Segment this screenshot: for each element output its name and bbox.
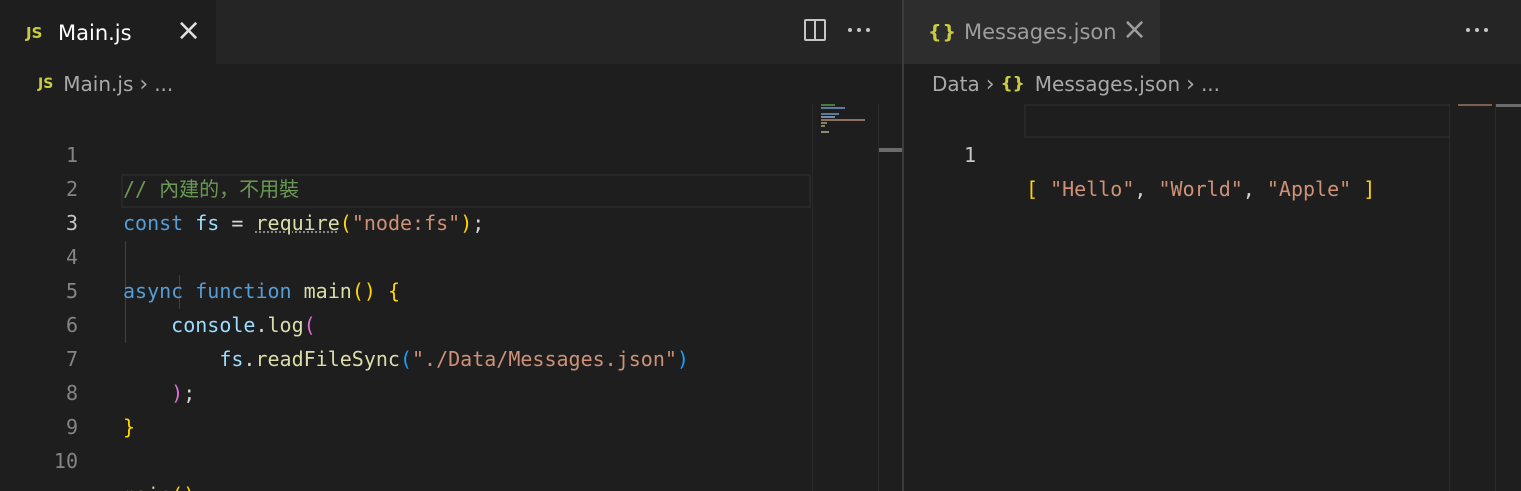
minimap[interactable] (812, 104, 878, 491)
scrollbar-thumb[interactable] (1496, 104, 1521, 107)
punctuation: ; (195, 483, 207, 491)
code-line: 9 (0, 376, 902, 439)
code-line: 3 (0, 172, 902, 235)
javascript-file-icon: JS (26, 23, 43, 42)
tab-label: Main.js (58, 20, 132, 45)
more-actions-icon[interactable] (1466, 18, 1494, 42)
close-icon[interactable]: × (1122, 15, 1147, 45)
vertical-scrollbar[interactable] (878, 104, 902, 491)
string-literal: "Hello" (1050, 177, 1135, 201)
tab-bar: JS Main.js × (0, 0, 902, 64)
json-file-icon: {} (1000, 74, 1025, 94)
punctuation: , (1134, 177, 1159, 201)
breadcrumb-symbols[interactable]: ... (1201, 72, 1220, 96)
breadcrumb: JS Main.js › ... (0, 64, 902, 104)
breadcrumb: Data › {} Messages.json › ... (904, 64, 1521, 104)
split-editor-icon[interactable] (803, 18, 827, 42)
bracket: [ (1026, 177, 1039, 201)
messages-json-editor-group: {} Messages.json × Data › {} Messages.js… (904, 0, 1521, 491)
code-line: 4 async function main() { (0, 206, 902, 303)
code-line: 7 ); (0, 308, 902, 405)
breadcrumb-symbols[interactable]: ... (154, 72, 173, 96)
bracket: ] (1363, 177, 1376, 201)
bracket: () (171, 483, 195, 491)
more-actions-icon[interactable] (848, 18, 876, 42)
code-line: 1 // 內建的，不用裝 (0, 104, 902, 201)
code-editor[interactable]: 1 // 內建的，不用裝 2 const fs = require("node:… (0, 104, 902, 491)
string-literal: "Apple" (1266, 177, 1352, 201)
chevron-right-icon: › (1186, 71, 1195, 97)
line-number: 10 (53, 449, 78, 473)
code-line: 5 console.log( (0, 240, 902, 337)
tab-bar: {} Messages.json × (904, 0, 1521, 64)
chevron-right-icon: › (985, 71, 995, 97)
breadcrumb-folder[interactable]: Data (932, 72, 980, 96)
breadcrumb-file[interactable]: Messages.json (1035, 72, 1180, 96)
chevron-right-icon: › (139, 71, 149, 97)
tab-messages-json[interactable]: {} Messages.json × (904, 0, 1160, 64)
scrollbar-thumb[interactable] (879, 148, 902, 152)
minimap[interactable] (1449, 104, 1495, 491)
vertical-scrollbar[interactable] (1495, 104, 1521, 491)
json-file-icon: {} (928, 21, 958, 43)
tab-main-js[interactable]: JS Main.js × (0, 0, 216, 64)
tab-label: Messages.json (964, 20, 1117, 44)
punctuation: , (1242, 177, 1267, 201)
code-line: 2 const fs = require("node:fs"); (0, 138, 902, 235)
code-editor[interactable]: 1 [ "Hello", "World", "Apple" ] (904, 104, 1521, 491)
line-number: 1 (963, 143, 976, 167)
function-name: main (123, 483, 171, 491)
main-js-editor-group: JS Main.js × JS Main.js › ... 1 // 內建的，不… (0, 0, 902, 491)
code-line: 6 fs.readFileSync("./Data/Messages.json"… (0, 274, 902, 371)
code-line: 8 } (0, 342, 902, 439)
breadcrumb-file[interactable]: Main.js (63, 72, 133, 96)
javascript-file-icon: JS (38, 76, 54, 92)
close-icon[interactable]: × (176, 16, 201, 46)
code-line: 1 [ "Hello", "World", "Apple" ] (904, 104, 1521, 201)
string-literal: "World" (1158, 177, 1243, 201)
code-line: 10 main(); (0, 410, 902, 491)
